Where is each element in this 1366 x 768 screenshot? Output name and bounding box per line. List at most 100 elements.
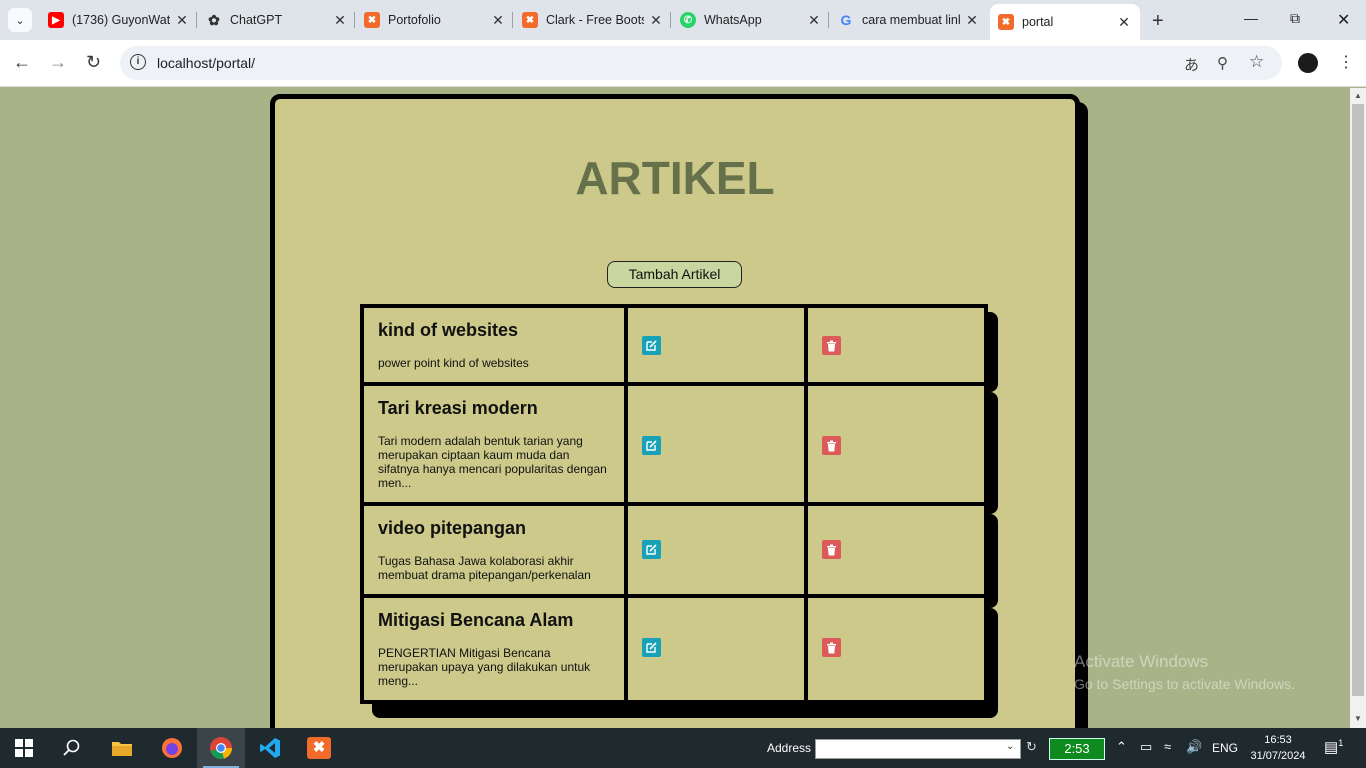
delete-button[interactable] — [822, 436, 841, 455]
translate-icon[interactable]: あ — [1184, 54, 1199, 75]
edit-cell — [624, 594, 808, 704]
windows-taskbar: ✖ Address ⌄ ↻ 2:53 ⌃ ▭ ≈ 🔊 ENG 16:53 31/… — [0, 728, 1366, 768]
chevron-down-icon[interactable]: ⌄ — [1006, 741, 1014, 752]
system-clock[interactable]: 16:53 31/07/2024 — [1248, 732, 1308, 764]
close-window-icon[interactable]: ✕ — [1337, 10, 1350, 30]
xampp-icon: ✖ — [364, 12, 380, 28]
tab-google[interactable]: G cara membuat link ✕ — [838, 5, 980, 35]
bookmark-star-icon[interactable]: ☆ — [1249, 52, 1264, 72]
address-toolbar-label: Address — [767, 741, 812, 755]
scroll-up-icon[interactable]: ▲ — [1354, 91, 1362, 100]
reload-icon[interactable]: ↻ — [86, 52, 101, 73]
article-description: PENGERTIAN Mitigasi Bencana merupakan up… — [378, 646, 591, 688]
tab-title: WhatsApp — [704, 13, 762, 27]
refresh-icon[interactable]: ↻ — [1026, 739, 1037, 755]
tab-title: Clark - Free Bootstrap — [546, 13, 644, 27]
close-icon[interactable]: ✕ — [648, 12, 664, 29]
tab-portal[interactable]: ✖ portal ✕ — [990, 4, 1140, 40]
edit-cell — [624, 382, 808, 506]
zoom-icon[interactable]: ⚲ — [1217, 54, 1228, 72]
close-icon[interactable]: ✕ — [490, 12, 506, 29]
address-bar[interactable]: i localhost/portal/ あ ⚲ ☆ — [120, 46, 1282, 80]
wifi-icon[interactable]: ≈ — [1164, 739, 1171, 754]
tab-whatsapp[interactable]: ✆ WhatsApp ✕ — [680, 5, 822, 35]
delete-button[interactable] — [822, 638, 841, 657]
tab-separator — [670, 12, 671, 28]
edit-button[interactable] — [642, 436, 661, 455]
whatsapp-icon: ✆ — [680, 12, 696, 28]
windows-icon — [15, 739, 33, 757]
delete-cell — [804, 304, 988, 386]
close-icon[interactable]: ✕ — [1116, 14, 1132, 31]
search-icon — [63, 739, 80, 756]
taskbar-xampp[interactable]: ✖ — [295, 728, 343, 768]
youtube-icon: ▶ — [48, 12, 64, 28]
edit-button[interactable] — [642, 336, 661, 355]
restore-icon[interactable]: ⧉ — [1290, 10, 1300, 27]
vscode-icon — [260, 738, 280, 758]
taskbar-chrome[interactable] — [197, 728, 245, 768]
tab-clark[interactable]: ✖ Clark - Free Bootstrap ✕ — [522, 5, 664, 35]
tab-title: ChatGPT — [230, 13, 283, 27]
edit-button[interactable] — [642, 638, 661, 657]
taskbar-vscode[interactable] — [246, 728, 294, 768]
trash-icon — [827, 642, 836, 653]
search-button[interactable] — [48, 728, 96, 768]
delete-cell — [804, 502, 988, 598]
taskbar-firefox[interactable] — [148, 728, 196, 768]
taskbar-file-explorer[interactable] — [98, 728, 146, 768]
article-title: Mitigasi Bencana Alam — [378, 610, 574, 630]
table-row: Mitigasi Bencana Alam PENGERTIAN Mitigas… — [360, 594, 628, 704]
edit-cell — [624, 502, 808, 598]
table-row: kind of websites power point kind of web… — [360, 304, 628, 386]
edit-cell — [624, 304, 808, 386]
trash-icon — [827, 340, 836, 351]
tab-youtube[interactable]: ▶ (1736) GuyonWaton ✕ — [48, 5, 190, 35]
edit-icon — [646, 544, 657, 555]
back-icon[interactable]: ← — [13, 52, 31, 73]
battery-icon[interactable]: ▭ — [1140, 739, 1152, 755]
add-article-button[interactable]: Tambah Artikel — [607, 261, 742, 288]
google-icon: G — [840, 12, 852, 28]
new-tab-icon[interactable]: + — [1152, 10, 1164, 33]
delete-button[interactable] — [822, 336, 841, 355]
scroll-down-icon[interactable]: ▼ — [1354, 714, 1362, 723]
notification-center-icon[interactable]: ▤1 — [1324, 738, 1343, 756]
tab-portofolio[interactable]: ✖ Portofolio ✕ — [364, 5, 506, 35]
close-icon[interactable]: ✕ — [964, 12, 980, 29]
table-row: Tari kreasi modern Tari modern adalah be… — [360, 382, 628, 506]
forward-icon[interactable]: → — [49, 52, 67, 73]
delete-cell — [804, 382, 988, 506]
article-title: Tari kreasi modern — [378, 398, 538, 418]
volume-icon[interactable]: 🔊 — [1186, 739, 1202, 755]
browser-toolbar: ← → ↻ i localhost/portal/ あ ⚲ ☆ ⋮ — [0, 40, 1366, 87]
url-text[interactable]: localhost/portal/ — [157, 55, 255, 71]
page-viewport: ARTIKEL Tambah Artikel kind of websites … — [0, 88, 1350, 728]
tab-search-button[interactable]: ⌄ — [8, 8, 32, 32]
close-icon[interactable]: ✕ — [806, 12, 822, 29]
language-indicator[interactable]: ENG — [1212, 741, 1238, 755]
folder-icon — [112, 742, 132, 756]
close-icon[interactable]: ✕ — [174, 12, 190, 29]
close-icon[interactable]: ✕ — [332, 12, 348, 29]
battery-time-indicator[interactable]: 2:53 — [1049, 738, 1105, 760]
tab-separator — [828, 12, 829, 28]
xampp-icon: ✖ — [522, 12, 538, 28]
article-description: Tari modern adalah bentuk tarian yang me… — [378, 434, 607, 490]
article-title: kind of websites — [378, 320, 519, 340]
address-toolbar-input[interactable] — [815, 739, 1021, 759]
tab-title: Portofolio — [388, 13, 441, 27]
notification-count: 1 — [1338, 738, 1344, 748]
delete-button[interactable] — [822, 540, 841, 559]
edit-button[interactable] — [642, 540, 661, 559]
page-scrollbar[interactable]: ▲ ▼ — [1350, 88, 1366, 728]
chatgpt-icon: ✿ — [208, 11, 220, 28]
site-info-icon[interactable]: i — [130, 54, 146, 70]
tab-chatgpt[interactable]: ✿ ChatGPT ✕ — [206, 5, 348, 35]
minimize-icon[interactable]: — — [1244, 10, 1258, 26]
menu-icon[interactable]: ⋮ — [1338, 52, 1354, 72]
profile-avatar[interactable] — [1298, 53, 1318, 73]
chevron-up-icon[interactable]: ⌃ — [1116, 739, 1127, 755]
start-button[interactable] — [0, 728, 48, 768]
scroll-thumb[interactable] — [1352, 104, 1364, 696]
